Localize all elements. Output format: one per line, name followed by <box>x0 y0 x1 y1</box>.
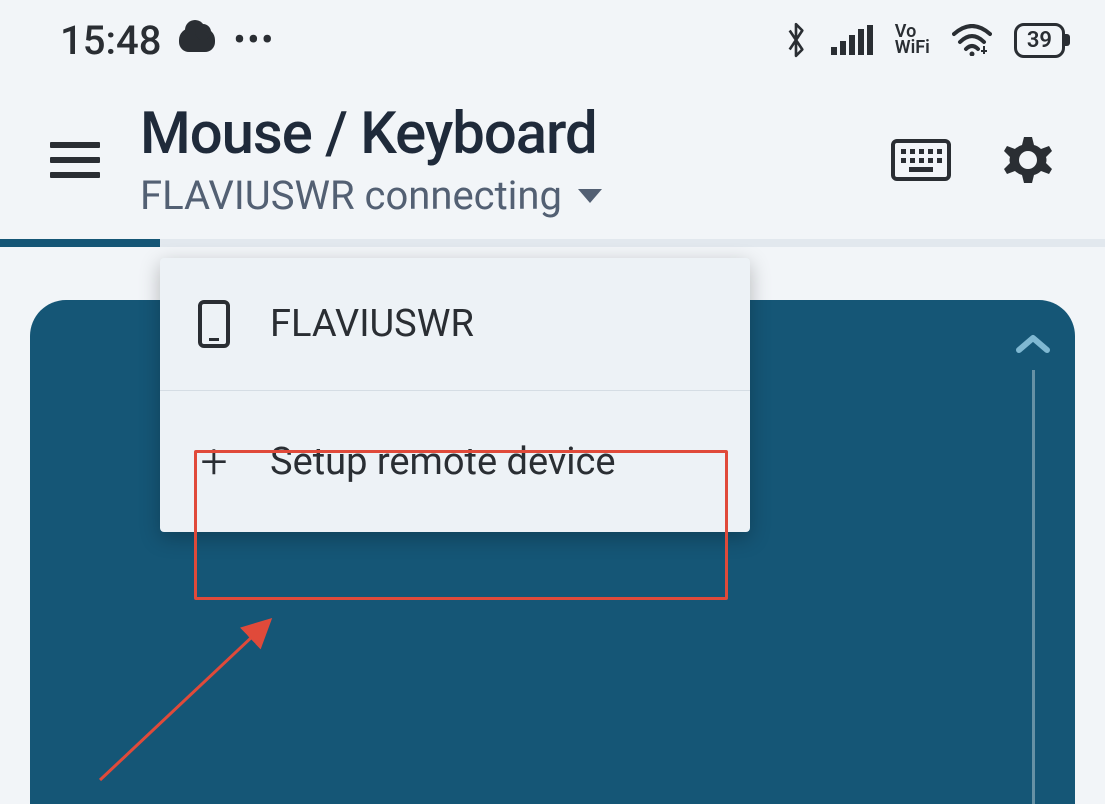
connection-status: FLAVIUSWR connecting <box>140 172 562 219</box>
chevron-down-icon <box>578 189 602 203</box>
device-dropdown-menu: FLAVIUSWR + Setup remote device <box>160 258 750 532</box>
scroll-up-chevron-icon[interactable] <box>1013 330 1053 356</box>
hamburger-menu-button[interactable] <box>50 142 100 178</box>
settings-gear-icon[interactable] <box>1001 133 1055 187</box>
keyboard-icon[interactable] <box>891 139 951 181</box>
setup-remote-device-item[interactable]: + Setup remote device <box>160 390 750 532</box>
phone-icon <box>198 300 230 348</box>
device-name-label: FLAVIUSWR <box>270 302 474 346</box>
active-tab-indicator <box>0 239 160 247</box>
title-block: Mouse / Keyboard FLAVIUSWR connecting <box>140 100 851 219</box>
more-dots-icon: ••• <box>233 23 275 57</box>
bluetooth-icon <box>783 21 809 59</box>
plus-icon: + <box>198 433 230 490</box>
tab-indicator <box>0 239 1105 247</box>
scroll-track[interactable] <box>1032 370 1035 804</box>
page-title: Mouse / Keyboard <box>140 100 851 168</box>
status-bar: 15:48 ••• VoWiFi 39 <box>0 0 1105 70</box>
header-actions <box>891 133 1055 187</box>
wifi-icon <box>952 24 992 56</box>
setup-label: Setup remote device <box>270 440 616 484</box>
app-header: Mouse / Keyboard FLAVIUSWR connecting <box>0 70 1105 239</box>
cloud-icon <box>179 28 215 52</box>
vowifi-indicator: VoWiFi <box>895 24 930 56</box>
status-right: VoWiFi 39 <box>783 21 1065 59</box>
device-menu-item[interactable]: FLAVIUSWR <box>160 258 750 390</box>
status-time: 15:48 <box>60 17 161 64</box>
battery-indicator: 39 <box>1014 23 1065 58</box>
status-left: 15:48 ••• <box>60 17 275 64</box>
cellular-signal-icon <box>831 25 873 55</box>
device-selector[interactable]: FLAVIUSWR connecting <box>140 172 851 219</box>
